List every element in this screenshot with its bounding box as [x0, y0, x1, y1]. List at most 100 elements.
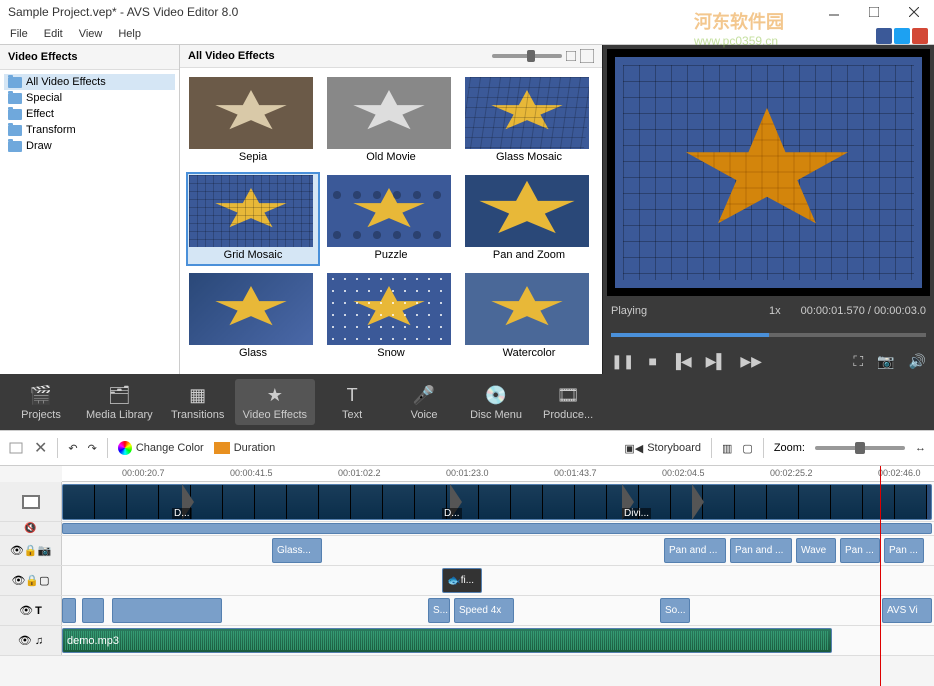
seek-slider[interactable] — [611, 333, 926, 337]
time-current: 00:00:01.570 — [801, 305, 865, 317]
mode-media[interactable]: 🗂Media Library — [78, 379, 161, 425]
change-color-button[interactable]: Change Color — [118, 441, 204, 455]
fit-button[interactable]: ▢ — [742, 442, 752, 455]
mode-text[interactable]: TText — [317, 379, 387, 425]
text-track-header[interactable]: 👁 T — [0, 596, 62, 625]
mode-voice[interactable]: 🎤Voice — [389, 379, 459, 425]
storyboard-toggle[interactable]: ▣◀ Storyboard — [624, 442, 701, 455]
menu-file[interactable]: File — [4, 26, 34, 42]
maximize-button[interactable] — [862, 4, 886, 20]
video-track-icon — [22, 495, 40, 509]
text-track: 👁 T S...Speed 4x So... AVS Vi — [0, 596, 934, 626]
undo-button[interactable]: ↶ — [68, 442, 77, 455]
mode-produce[interactable]: 🎞Produce... — [533, 379, 603, 425]
timeline[interactable]: 00:00:20.700:00:41.500:01:02.200:01:23.0… — [0, 466, 934, 686]
effect-snow[interactable]: Snow — [324, 270, 458, 364]
fx-clip[interactable]: Glass... — [272, 538, 322, 563]
thumbnail-size-slider[interactable] — [492, 54, 562, 58]
folder-icon — [8, 93, 22, 104]
facebook-icon[interactable] — [876, 28, 892, 44]
effect-panzoom[interactable]: Pan and Zoom — [462, 172, 596, 266]
menu-edit[interactable]: Edit — [38, 26, 69, 42]
effect-gridmosaic[interactable]: Grid Mosaic — [186, 172, 320, 266]
folder-icon — [8, 141, 22, 152]
tree-item-draw[interactable]: Draw — [4, 138, 175, 154]
tree-item-effect[interactable]: Effect — [4, 106, 175, 122]
text-clip[interactable] — [112, 598, 222, 623]
window-title: Sample Project.vep* - AVS Video Editor 8… — [8, 5, 822, 19]
text-clip[interactable]: S... — [428, 598, 450, 623]
twitter-icon[interactable] — [894, 28, 910, 44]
effect-puzzle[interactable]: Puzzle — [324, 172, 458, 266]
zoom-label: Zoom: — [774, 442, 805, 454]
prev-frame-button[interactable]: ▐◀ — [671, 353, 692, 370]
overlay-track-header[interactable]: 👁🔒▢ — [0, 566, 62, 595]
fx-clip[interactable]: Pan ... — [884, 538, 924, 563]
menubar: File Edit View Help — [0, 24, 934, 44]
effect-watercolor[interactable]: Watercolor — [462, 270, 596, 364]
time-total: 00:00:03.0 — [874, 305, 926, 317]
zoom-slider[interactable] — [815, 446, 905, 450]
audio-track-header[interactable]: 👁 ♫ — [0, 626, 62, 655]
effects-grid-panel: All Video Effects SepiaOld MovieGlass Mo… — [180, 45, 602, 374]
fx-clip[interactable]: Pan and ... — [664, 538, 726, 563]
text-clip[interactable] — [62, 598, 76, 623]
folder-icon — [8, 77, 22, 88]
large-thumb-icon[interactable] — [580, 49, 594, 63]
mode-bar: 🎬Projects🗂Media Library▦Transitions★Vide… — [0, 374, 934, 430]
fx-track-header[interactable]: 👁🔒📷 — [0, 536, 62, 565]
fx-track: 👁🔒📷 Glass...Pan and ...Pan and ...WavePa… — [0, 536, 934, 566]
mode-disc[interactable]: 💿Disc Menu — [461, 379, 531, 425]
text-clip[interactable]: So... — [660, 598, 690, 623]
tree-item-special[interactable]: Special — [4, 90, 175, 106]
delete-button[interactable]: ✕ — [34, 438, 47, 458]
google-icon[interactable] — [912, 28, 928, 44]
pause-button[interactable]: ❚❚ — [611, 353, 634, 370]
zoom-fit-button[interactable]: ↔ — [915, 442, 926, 454]
left-panel-header: Video Effects — [0, 45, 179, 70]
next-frame-button[interactable]: ▶▌ — [706, 353, 727, 370]
timeline-toolbar: ✕ ↶ ↷ Change Color Duration ▣◀ Storyboar… — [0, 430, 934, 466]
close-button[interactable] — [902, 4, 926, 20]
center-header: All Video Effects — [188, 50, 492, 62]
overlay-clip[interactable]: 🐟fi... — [442, 568, 482, 593]
playhead[interactable] — [880, 466, 881, 686]
duration-button[interactable]: Duration — [214, 442, 276, 454]
fullscreen-button[interactable]: ⛶ — [853, 353, 863, 370]
redo-button[interactable]: ↷ — [88, 442, 97, 455]
mode-vfx[interactable]: ★Video Effects — [235, 379, 315, 425]
audio-clip[interactable]: demo.mp3 — [62, 628, 832, 653]
text-clip[interactable]: Speed 4x — [454, 598, 514, 623]
fx-clip[interactable]: Pan ... — [840, 538, 880, 563]
time-ruler[interactable]: 00:00:20.700:00:41.500:01:02.200:01:23.0… — [62, 466, 934, 482]
play-speed-button[interactable]: ▶▶ — [740, 353, 762, 370]
volume-button[interactable]: 🔊 — [909, 353, 926, 370]
effects-tree-panel: Video Effects All Video EffectsSpecialEf… — [0, 45, 180, 374]
text-clip[interactable] — [82, 598, 104, 623]
overlay-track: 👁🔒▢ 🐟fi... — [0, 566, 934, 596]
fx-clip[interactable]: Wave — [796, 538, 836, 563]
fx-clip[interactable]: Pan and ... — [730, 538, 792, 563]
text-clip[interactable]: AVS Vi — [882, 598, 932, 623]
tree-item-transform[interactable]: Transform — [4, 122, 175, 138]
folder-icon — [8, 109, 22, 120]
audio-track: 👁 ♫ demo.mp3 — [0, 626, 934, 656]
menu-help[interactable]: Help — [112, 26, 147, 42]
effect-glassmosaic[interactable]: Glass Mosaic — [462, 74, 596, 168]
stop-button[interactable]: ■ — [648, 353, 656, 369]
snapshot-button[interactable]: 📷 — [877, 353, 894, 370]
effect-sepia[interactable]: Sepia — [186, 74, 320, 168]
small-thumb-icon[interactable] — [566, 51, 576, 61]
effect-glass[interactable]: Glass — [186, 270, 320, 364]
tree-item-all-video-effects[interactable]: All Video Effects — [4, 74, 175, 90]
video-track: D...D...Divi... — [0, 482, 934, 522]
minimize-button[interactable] — [822, 4, 846, 20]
effect-oldmovie[interactable]: Old Movie — [324, 74, 458, 168]
razor-button[interactable] — [8, 440, 24, 456]
mode-trans[interactable]: ▦Transitions — [163, 379, 233, 425]
mode-projects[interactable]: 🎬Projects — [6, 379, 76, 425]
titlebar: Sample Project.vep* - AVS Video Editor 8… — [0, 0, 934, 24]
menu-view[interactable]: View — [73, 26, 109, 42]
folder-icon — [8, 125, 22, 136]
snap-button[interactable]: ▥ — [722, 442, 732, 455]
